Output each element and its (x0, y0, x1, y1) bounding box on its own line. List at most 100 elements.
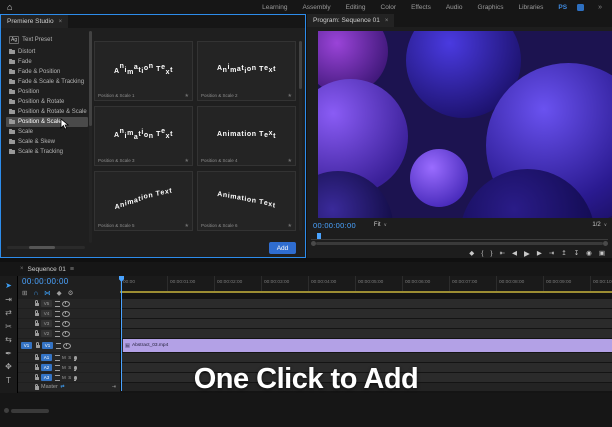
tab-program-sequence[interactable]: Program: Sequence 01 × (307, 14, 394, 27)
track-lane-a1[interactable] (120, 353, 612, 362)
tree-horizontal-scrollbar[interactable] (7, 246, 85, 249)
linked-selection-icon[interactable]: ⋈ (44, 289, 51, 297)
close-icon[interactable]: × (59, 19, 63, 25)
preset-thumbnail-2[interactable]: Animation Text Position & Scale 2 ★ (197, 41, 296, 101)
zoom-level-dropdown[interactable]: Fit ∨ (374, 222, 387, 228)
workspace-tab-assembly[interactable]: Assembly (302, 4, 330, 11)
workspace-overflow-icon[interactable]: » (598, 4, 602, 11)
playback-resolution-dropdown[interactable]: 1/2 ∨ (592, 222, 607, 228)
tree-vertical-scrollbar[interactable] (89, 31, 92, 243)
track-target-v2[interactable]: V2 (41, 330, 52, 337)
eye-icon[interactable] (63, 343, 71, 349)
mark-out-button[interactable]: } (490, 250, 492, 257)
sync-lock-icon[interactable] (55, 321, 60, 327)
razor-tool-icon[interactable]: ✂ (5, 322, 12, 331)
monitor-scrubber[interactable] (311, 233, 608, 240)
extension-icon[interactable] (577, 4, 584, 11)
eye-icon[interactable] (62, 331, 70, 337)
favorite-star-icon[interactable]: ★ (185, 93, 189, 99)
tree-root-text-preset[interactable]: Ag Text Preset (6, 35, 88, 45)
workspace-tab-ps-active[interactable]: PS (558, 4, 567, 11)
ripple-edit-tool-icon[interactable]: ⇄ (5, 308, 12, 317)
folder-item-position-rotate[interactable]: Position & Rotate (6, 97, 88, 107)
track-lane-v1[interactable]: fx Abstract_03.mp4 (120, 339, 612, 352)
track-target-v3[interactable]: V3 (41, 320, 52, 327)
tab-sequence-01[interactable]: Sequence 01 (28, 266, 66, 273)
workspace-tab-color[interactable]: Color (381, 4, 397, 11)
favorite-star-icon[interactable]: ★ (288, 223, 292, 229)
track-target-a1[interactable]: A1 (41, 354, 52, 361)
close-icon[interactable]: × (20, 266, 24, 272)
workspace-tab-graphics[interactable]: Graphics (477, 4, 503, 11)
track-select-forward-tool-icon[interactable]: ⇥ (5, 295, 12, 304)
lock-icon[interactable] (35, 323, 39, 327)
track-target-v5[interactable]: V5 (41, 300, 52, 307)
preset-thumbnail-1[interactable]: Animation Text Position & Scale 1 ★ (94, 41, 193, 101)
comparison-view-button[interactable]: ▣ (599, 249, 605, 257)
play-button[interactable]: ▶ (524, 249, 530, 258)
workspace-tab-editing[interactable]: Editing (346, 4, 366, 11)
eye-icon[interactable] (62, 321, 70, 327)
monitor-zoom-scrollbar[interactable] (311, 241, 608, 246)
go-to-out-button[interactable]: ⇥ (549, 249, 554, 257)
panel-menu-icon[interactable]: ≡ (70, 266, 74, 273)
workspace-tab-effects[interactable]: Effects (411, 4, 431, 11)
favorite-star-icon[interactable]: ★ (288, 93, 292, 99)
zoom-handle-icon[interactable] (4, 408, 9, 413)
step-back-button[interactable]: ◀ (512, 249, 517, 257)
folder-item-scale-skew[interactable]: Scale & Skew (6, 137, 88, 147)
favorite-star-icon[interactable]: ★ (288, 158, 292, 164)
mute-button[interactable]: M (62, 355, 66, 360)
nest-toggle-icon[interactable]: ⊞ (22, 289, 27, 297)
timeline-ruler[interactable]: 00:00 00:00:01:00 00:00:02:00 00:00:03:0… (120, 276, 612, 291)
eye-icon[interactable] (62, 301, 70, 307)
home-icon[interactable]: ⌂ (7, 3, 12, 12)
workspace-tab-learning[interactable]: Learning (262, 4, 287, 11)
zoom-handle-left[interactable] (311, 241, 316, 246)
track-lane-v3[interactable] (120, 319, 612, 328)
sync-lock-icon[interactable] (56, 343, 61, 349)
preset-thumbnail-5[interactable]: Animation Text Position & Scale 5 ★ (94, 171, 193, 231)
folder-item-scale[interactable]: Scale (6, 127, 88, 137)
folder-item-position[interactable]: Position (6, 87, 88, 97)
lift-button[interactable]: ↥ (561, 249, 566, 257)
folder-item-scale-tracking[interactable]: Scale & Tracking (6, 147, 88, 157)
eye-icon[interactable] (62, 311, 70, 317)
favorite-star-icon[interactable]: ★ (185, 223, 189, 229)
voiceover-mic-icon[interactable] (74, 356, 77, 360)
favorite-star-icon[interactable]: ★ (185, 158, 189, 164)
track-lane-v4[interactable] (120, 309, 612, 318)
lock-icon[interactable] (36, 345, 40, 349)
sync-lock-icon[interactable] (55, 301, 60, 307)
track-target-v1[interactable]: V1 (42, 342, 53, 349)
sync-lock-icon[interactable] (55, 331, 60, 337)
selection-tool-icon[interactable]: ➤ (5, 281, 12, 290)
folder-item-position-rotate-scale[interactable]: Position & Rotate & Scale (6, 107, 88, 117)
step-forward-button[interactable]: ▶ (537, 249, 542, 257)
export-frame-button[interactable]: ◉ (586, 249, 592, 257)
monitor-playhead[interactable] (317, 233, 321, 239)
zoom-handle-right[interactable] (603, 241, 608, 246)
track-target-v4[interactable]: V4 (41, 310, 52, 317)
lock-icon[interactable] (35, 357, 39, 361)
workspace-tab-libraries[interactable]: Libraries (518, 4, 543, 11)
timeline-horizontal-scrollbar[interactable] (11, 409, 49, 413)
lock-icon[interactable] (35, 333, 39, 337)
snap-toggle-icon[interactable]: ∩ (33, 290, 38, 297)
pen-tool-icon[interactable]: ✒ (5, 349, 12, 358)
folder-item-fade-position[interactable]: Fade & Position (6, 67, 88, 77)
lock-icon[interactable] (35, 313, 39, 317)
track-lane-v2[interactable] (120, 329, 612, 338)
slip-tool-icon[interactable]: ⇆ (5, 335, 12, 344)
lock-icon[interactable] (35, 303, 39, 307)
timeline-settings-icon[interactable]: ⚙ (68, 289, 74, 297)
workspace-tab-audio[interactable]: Audio (446, 4, 463, 11)
preset-thumbnail-6[interactable]: Animation Text Position & Scale 6 ★ (197, 171, 296, 231)
mark-in-button[interactable]: { (481, 250, 483, 257)
extract-button[interactable]: ↧ (574, 249, 579, 257)
sync-lock-icon[interactable] (55, 311, 60, 317)
source-patch-v1[interactable]: V1 (21, 342, 32, 349)
track-lane-v5[interactable] (120, 299, 612, 308)
close-icon[interactable]: × (385, 18, 389, 24)
add-marker-icon[interactable]: ◆ (57, 289, 62, 297)
